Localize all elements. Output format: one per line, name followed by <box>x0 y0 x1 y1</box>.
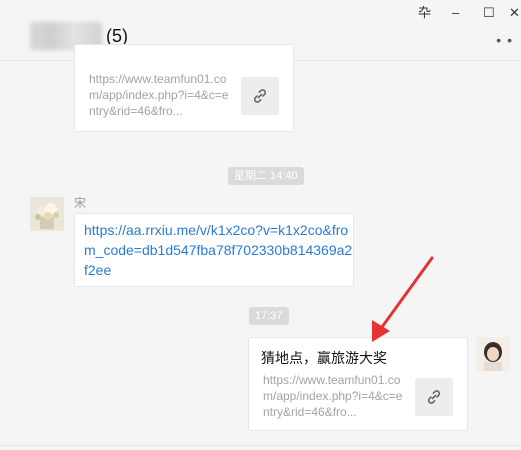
annotation-arrow <box>372 256 434 342</box>
input-divider <box>0 445 521 446</box>
